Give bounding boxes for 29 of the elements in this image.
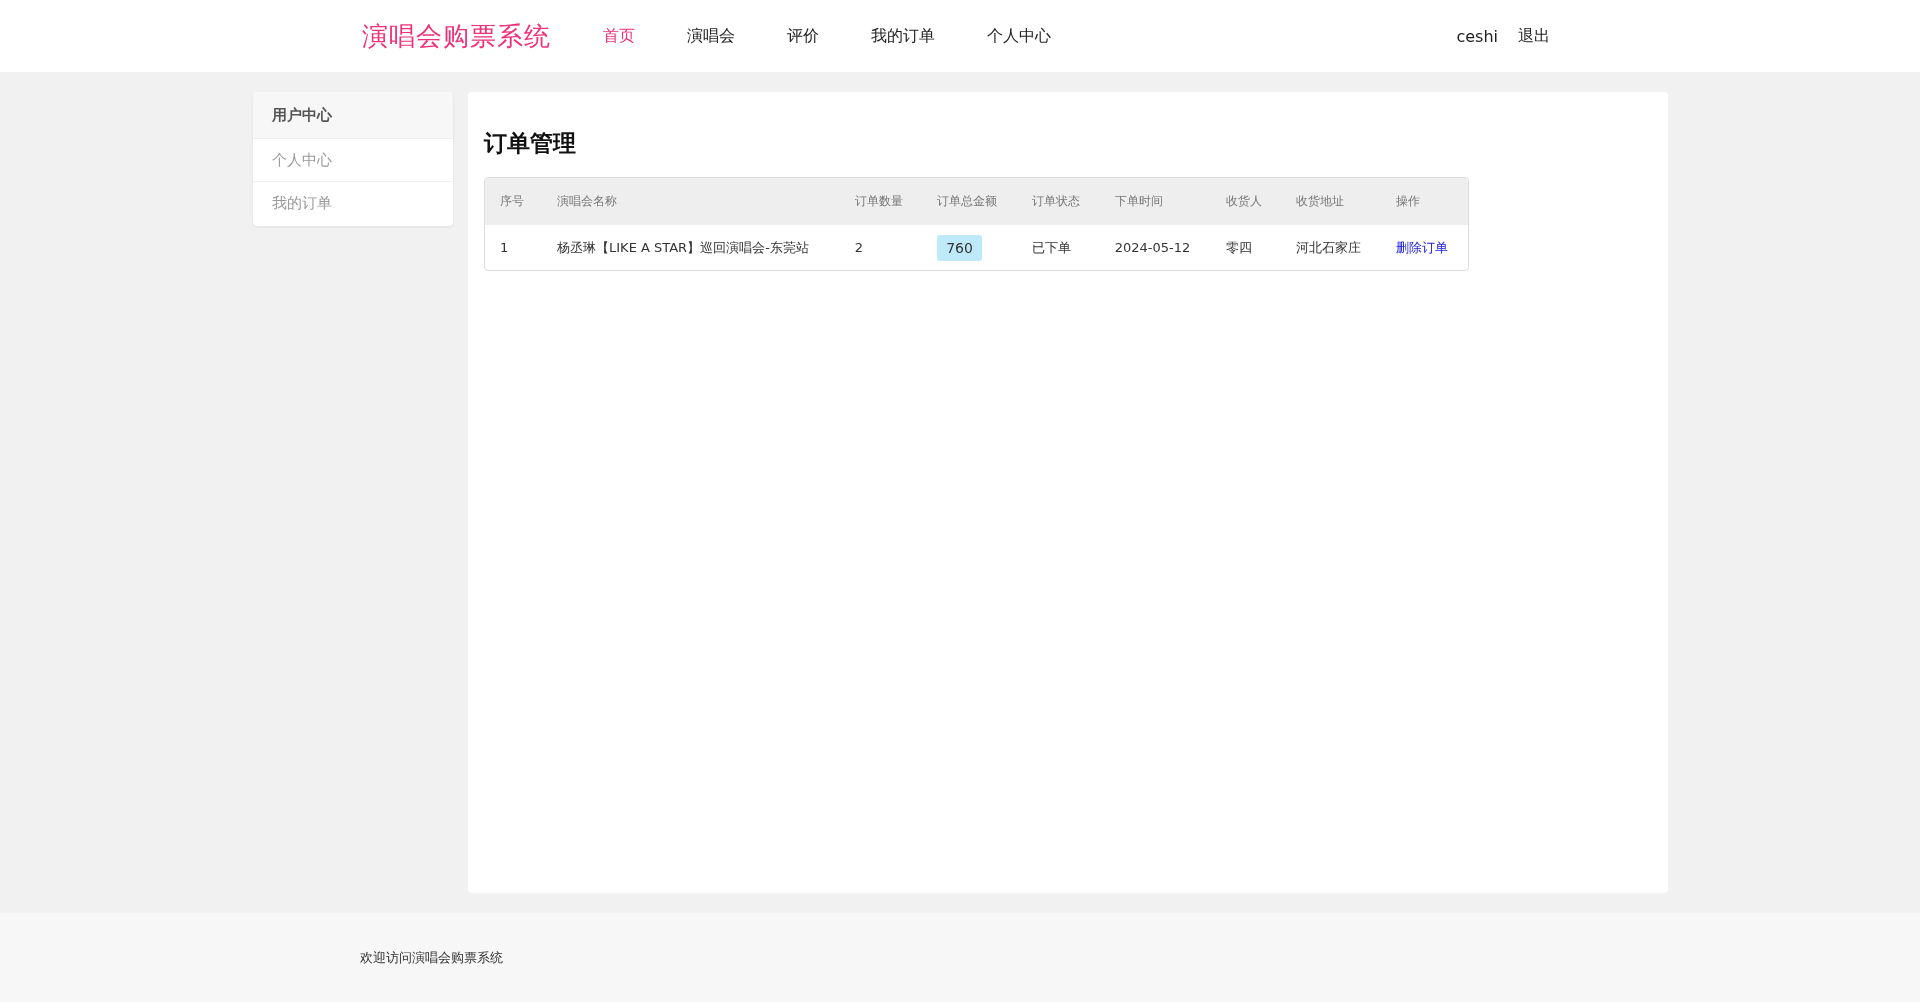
column-header: 序号 (485, 178, 543, 225)
nav-link[interactable]: 首页 (603, 25, 635, 47)
nav-link[interactable]: 评价 (787, 25, 819, 47)
table-cell-text: 1 (499, 239, 510, 257)
column-header: 订单总金额 (922, 178, 1018, 225)
table-cell-text: 2024-05-12 (1113, 239, 1192, 257)
nav-link[interactable]: 个人中心 (987, 25, 1051, 47)
logout-link[interactable]: 退出 (1518, 25, 1550, 47)
column-header: 订单数量 (839, 178, 923, 225)
username-link[interactable]: ceshi (1456, 26, 1498, 46)
table-cell-text: 零四 (1225, 238, 1254, 257)
column-header: 收货地址 (1280, 178, 1382, 225)
column-header: 订单状态 (1017, 178, 1100, 225)
footer-text: 欢迎访问演唱会购票系统 (360, 948, 503, 967)
table-cell-text: 杨丞琳【LIKE A STAR】巡回演唱会-东莞站 (556, 238, 810, 257)
sidebar-title: 用户中心 (253, 92, 453, 138)
column-header: 下单时间 (1099, 178, 1212, 225)
column-header: 收货人 (1211, 178, 1281, 225)
page-title: 订单管理 (484, 129, 577, 158)
column-header: 演唱会名称 (542, 178, 840, 225)
delete-order-link[interactable]: 删除订单 (1396, 239, 1449, 255)
table-cell-text: 2 (853, 239, 865, 257)
nav-link[interactable]: 演唱会 (687, 25, 735, 47)
amount-tag: 760 (937, 234, 982, 261)
table-cell-text: 河北石家庄 (1294, 238, 1362, 257)
site-logo[interactable]: 演唱会购票系统 (362, 18, 551, 54)
column-header: 操作 (1381, 178, 1468, 225)
table-cell-text: 已下单 (1031, 238, 1073, 257)
nav-link[interactable]: 我的订单 (871, 25, 935, 47)
